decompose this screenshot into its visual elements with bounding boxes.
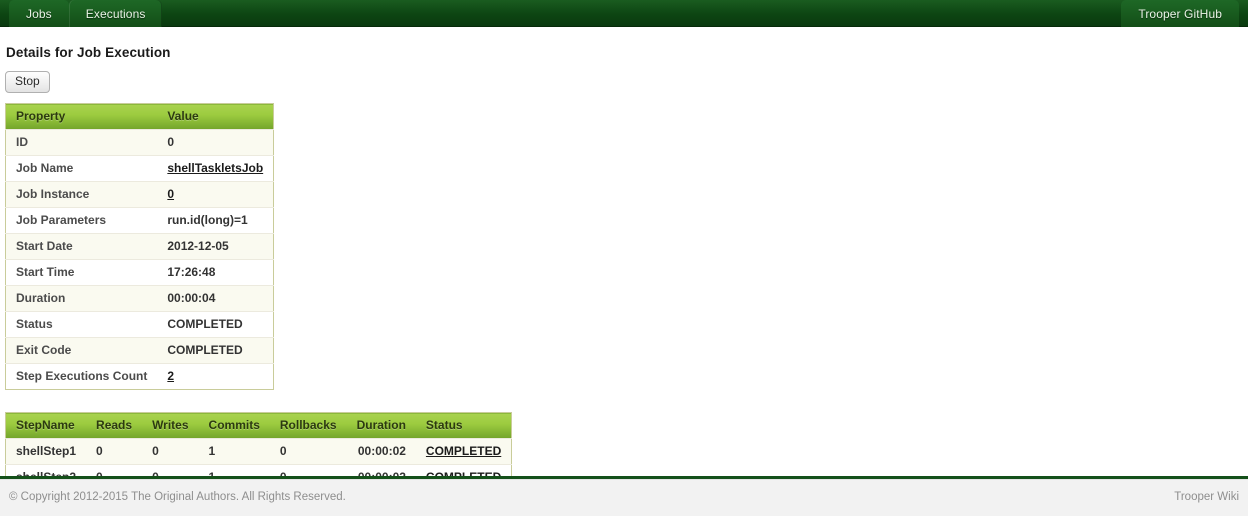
trooper-wiki-link[interactable]: Trooper Wiki (1174, 491, 1239, 503)
property-table-head: Property Value (5, 103, 274, 130)
duration-cell: 00:00:02 (346, 438, 416, 465)
table-row: Start Date 2012-12-05 (5, 233, 274, 260)
property-value-link[interactable]: shellTaskletsJob (167, 161, 263, 175)
nav-tab-executions-label: Executions (85, 6, 146, 21)
property-value-link[interactable]: 0 (167, 187, 174, 201)
table-spacer (0, 390, 1248, 412)
property-name-cell: Exit Code (5, 337, 158, 364)
writes-column-header: Writes (142, 412, 199, 439)
table-row: shellStep1 0 0 1 0 00:00:02 COMPLETED (5, 438, 512, 465)
step-status-link[interactable]: COMPLETED (426, 444, 501, 458)
table-row: Duration 00:00:04 (5, 285, 274, 312)
table-row: Job Parameters run.id(long)=1 (5, 207, 274, 234)
table-row: Start Time 17:26:48 (5, 259, 274, 286)
property-name-cell: Job Instance (5, 181, 158, 208)
value-column-header: Value (157, 103, 274, 130)
nav-left-tabs: Jobs Executions (9, 0, 163, 27)
page-footer: © Copyright 2012-2015 The Original Autho… (0, 479, 1248, 516)
table-row: Job Instance 0 (5, 181, 274, 208)
page-content: Details for Job Execution Stop Property … (0, 27, 1248, 491)
property-value-link[interactable]: 2 (167, 369, 174, 383)
table-row: Step Executions Count 2 (5, 363, 274, 390)
nav-tab-jobs[interactable]: Jobs (9, 0, 69, 27)
property-name-cell: Job Name (5, 155, 158, 182)
reads-cell: 0 (86, 438, 143, 465)
property-name-cell: Step Executions Count (5, 363, 158, 390)
table-row: Status COMPLETED (5, 311, 274, 338)
page-title: Details for Job Execution (6, 45, 171, 60)
step-name-cell: shellStep1 (5, 438, 87, 465)
top-navigation-bar: Jobs Executions Trooper GitHub (0, 0, 1248, 27)
table-row: Exit Code COMPLETED (5, 337, 274, 364)
status-cell[interactable]: COMPLETED (415, 438, 512, 465)
property-name-cell: Duration (5, 285, 158, 312)
step-table-head: StepName Reads Writes Commits Rollbacks Durat… (5, 412, 512, 439)
step-name-column-header: StepName (5, 412, 87, 439)
property-value-cell: 0 (157, 129, 274, 156)
status-column-header: Status (415, 412, 512, 439)
property-table-body: ID 0 Job Name shellTaskletsJob Job Instance 0… (5, 129, 274, 390)
step-table-header-row: StepName Reads Writes Commits Rollbacks Durat… (5, 412, 512, 439)
property-name-cell: Job Parameters (5, 207, 158, 234)
commits-column-header: Commits (198, 412, 270, 439)
job-execution-property-table: Property Value ID 0 Job Name shellTaskletsJ… (5, 103, 275, 390)
footer-inner: © Copyright 2012-2015 The Original Autho… (0, 480, 1248, 517)
property-name-cell: Start Time (5, 259, 158, 286)
property-value-cell: 00:00:04 (157, 285, 274, 312)
property-value-cell[interactable]: 2 (157, 363, 274, 390)
stop-button[interactable]: Stop (5, 71, 50, 93)
property-name-cell: Status (5, 311, 158, 338)
reads-column-header: Reads (86, 412, 143, 439)
property-name-cell: ID (5, 129, 158, 156)
table-row: Job Name shellTaskletsJob (5, 155, 274, 182)
table-row: ID 0 (5, 129, 274, 156)
writes-cell: 0 (142, 438, 199, 465)
property-table-header-row: Property Value (5, 103, 274, 130)
property-name-cell: Start Date (5, 233, 158, 260)
property-value-cell: run.id(long)=1 (157, 207, 274, 234)
nav-right-tabs: Trooper GitHub (1121, 0, 1239, 27)
rollbacks-cell: 0 (269, 438, 347, 465)
property-value-cell: 17:26:48 (157, 259, 274, 286)
property-value-cell[interactable]: 0 (157, 181, 274, 208)
duration-column-header: Duration (346, 412, 416, 439)
property-value-cell[interactable]: shellTaskletsJob (157, 155, 274, 182)
rollbacks-column-header: Rollbacks (269, 412, 347, 439)
nav-tab-trooper-github-label: Trooper GitHub (1138, 6, 1222, 21)
property-value-cell: COMPLETED (157, 311, 274, 338)
action-button-row: Stop (0, 60, 1248, 93)
nav-tab-executions[interactable]: Executions (68, 0, 163, 27)
property-value-cell: 2012-12-05 (157, 233, 274, 260)
nav-tab-jobs-label: Jobs (26, 6, 52, 21)
copyright-text: © Copyright 2012-2015 The Original Autho… (9, 491, 346, 503)
commits-cell: 1 (198, 438, 270, 465)
nav-tab-trooper-github[interactable]: Trooper GitHub (1121, 0, 1239, 27)
property-table-wrapper: Property Value ID 0 Job Name shellTaskletsJ… (0, 93, 1248, 390)
property-value-cell: COMPLETED (157, 337, 274, 364)
property-column-header: Property (5, 103, 158, 130)
